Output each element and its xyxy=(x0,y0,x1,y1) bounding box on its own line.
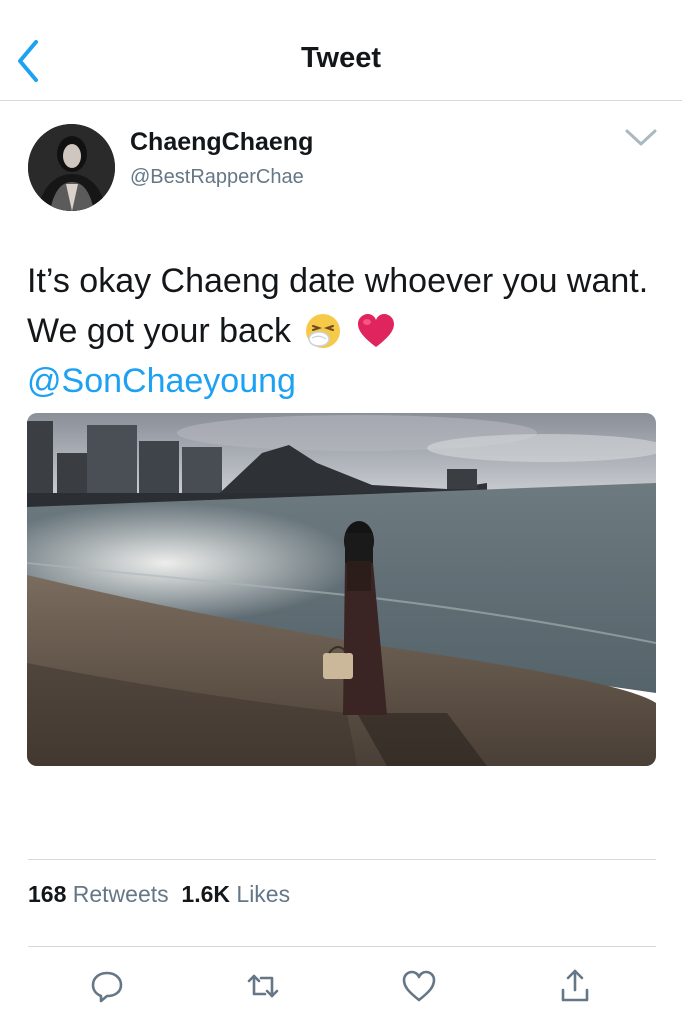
retweet-icon[interactable] xyxy=(243,966,283,1006)
tweet-text: It’s okay Chaeng date whoever you want. … xyxy=(27,256,657,406)
divider xyxy=(28,859,656,860)
retweets-label[interactable]: Retweets xyxy=(73,881,169,907)
mention-link[interactable]: @SonChaeyoung xyxy=(27,362,296,400)
likes-count[interactable]: 1.6K xyxy=(181,881,230,907)
header: Tweet xyxy=(0,0,682,101)
chevron-down-icon[interactable] xyxy=(624,126,658,150)
divider xyxy=(28,946,656,947)
likes-label[interactable]: Likes xyxy=(236,881,290,907)
page-title: Tweet xyxy=(300,42,382,74)
like-icon[interactable] xyxy=(399,966,439,1006)
tweet-photo[interactable] xyxy=(27,413,656,766)
share-icon[interactable] xyxy=(555,966,595,1006)
red-heart-emoji xyxy=(357,314,394,347)
sneezing-face-emoji xyxy=(306,314,341,348)
display-name[interactable]: ChaengChaeng xyxy=(130,128,313,157)
reply-icon[interactable] xyxy=(87,966,127,1006)
user-handle[interactable]: @BestRapperChae xyxy=(130,166,304,189)
tweet-stats: 168 Retweets 1.6K Likes xyxy=(28,881,290,908)
retweets-count[interactable]: 168 xyxy=(28,881,66,907)
avatar[interactable] xyxy=(28,124,115,211)
